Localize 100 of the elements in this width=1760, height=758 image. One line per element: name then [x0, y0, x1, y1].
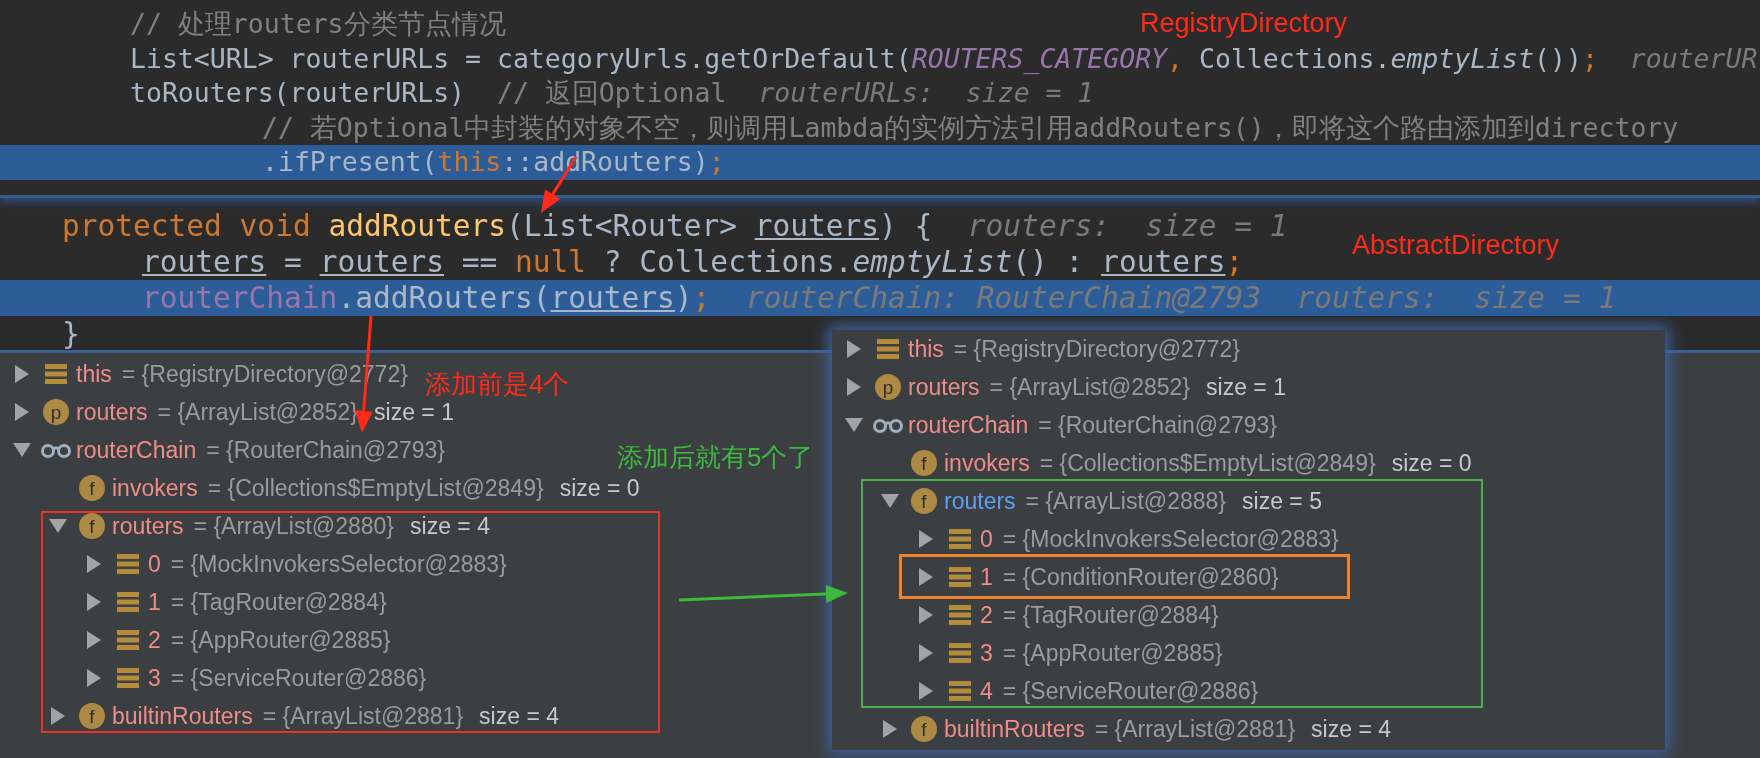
code-line: List<URL> routerURLs = categoryUrls.getOrDefault(ROUTERS_CATEGORY, Collections.emptyList()); routerUR	[130, 41, 1758, 76]
caret-right-icon[interactable]	[50, 706, 66, 726]
variable-name[interactable]: this	[76, 361, 112, 387]
variable-name[interactable]: 3	[980, 640, 993, 666]
caret-right-icon[interactable]	[918, 643, 934, 663]
variable-name[interactable]: routers	[76, 399, 148, 425]
variable-value: = {ServiceRouter@2886}	[1002, 678, 1259, 704]
size-text: size = 1	[374, 399, 454, 425]
variable-name[interactable]: routers	[908, 374, 980, 400]
variable-value: = {ConditionRouter@2860}	[1002, 564, 1279, 590]
size-text: size = 4	[1311, 716, 1391, 742]
variable-value: = {ArrayList@2880}	[193, 513, 395, 539]
caret-down-icon[interactable]	[880, 493, 900, 509]
variable-name[interactable]: routers	[944, 488, 1016, 514]
variable-name[interactable]: 3	[148, 665, 161, 691]
variable-name[interactable]: routers	[112, 513, 184, 539]
variable-name[interactable]: builtinRouters	[944, 716, 1085, 742]
letter-icon: f	[79, 475, 105, 501]
variable-name[interactable]: invokers	[112, 475, 198, 501]
variable-value: = {RouterChain@2793}	[1038, 412, 1277, 438]
variable-value: = {ArrayList@2852}	[989, 374, 1191, 400]
variable-name[interactable]: 2	[148, 627, 161, 653]
letter-icon: p	[43, 399, 69, 425]
size-text: size = 1	[1206, 374, 1286, 400]
variable-name[interactable]: routerChain	[76, 437, 197, 463]
caret-right-icon[interactable]	[14, 364, 30, 384]
caret-right-icon[interactable]	[918, 605, 934, 625]
stacked-bars-icon	[117, 629, 139, 651]
code-line: toRouters(routerURLs) // 返回Optional routerURLs: size = 1	[130, 76, 1094, 111]
caret-right-icon[interactable]	[86, 554, 102, 574]
variable-value: = {RegistryDirectory@2772}	[953, 336, 1240, 362]
stacked-bars-icon	[117, 591, 139, 613]
size-text: size = 0	[559, 475, 640, 501]
variable-name[interactable]: 0	[980, 526, 993, 552]
code-line: protected void addRouters(List<Router> routers) { routers: size = 1	[62, 207, 1288, 245]
letter-icon: f	[911, 450, 937, 476]
variable-value: = {AppRouter@2885}	[170, 627, 391, 653]
caret-right-icon[interactable]	[846, 377, 862, 397]
code-line: // 若Optional中封装的对象不空，则调用Lambda的实例方法引用addRouters()，即将这个路由添加到directory	[262, 110, 1679, 145]
size-text: size = 4	[410, 513, 490, 539]
letter-icon: f	[79, 703, 105, 729]
stacked-bars-icon	[877, 338, 899, 360]
stacked-bars-icon	[45, 363, 67, 385]
glasses-icon	[872, 417, 904, 433]
stacked-bars-icon	[949, 680, 971, 702]
caret-down-icon[interactable]	[48, 518, 68, 534]
code-line: routerChain.addRouters(routers); routerChain: RouterChain@2793 routers: size = 1	[142, 279, 1617, 317]
stacked-bars-icon	[949, 528, 971, 550]
variable-name[interactable]: 1	[980, 564, 993, 590]
variable-value: = {MockInvokersSelector@2883}	[170, 551, 507, 577]
stacked-bars-icon	[949, 566, 971, 588]
letter-icon: f	[911, 488, 937, 514]
variable-value: = {ServiceRouter@2886}	[170, 665, 427, 691]
size-text: size = 0	[1391, 450, 1472, 476]
caret-right-icon[interactable]	[882, 719, 898, 739]
variable-name[interactable]: routerChain	[908, 412, 1029, 438]
caret-right-icon[interactable]	[918, 567, 934, 587]
caret-right-icon[interactable]	[918, 681, 934, 701]
caret-right-icon[interactable]	[86, 630, 102, 650]
annotation-label: 添加前是4个	[425, 371, 570, 397]
code-line: routers = routers == null ? Collections.emptyList() : routers;	[142, 243, 1244, 281]
size-text: size = 4	[479, 703, 559, 729]
variable-name[interactable]: 4	[980, 678, 993, 704]
caret-right-icon[interactable]	[918, 529, 934, 549]
code-line: // 处理routers分类节点情况	[130, 7, 506, 42]
caret-down-icon[interactable]	[844, 417, 864, 433]
caret-right-icon[interactable]	[86, 592, 102, 612]
variable-value: = {MockInvokersSelector@2883}	[1002, 526, 1339, 552]
variable-name[interactable]: this	[908, 336, 944, 362]
stacked-bars-icon	[117, 553, 139, 575]
variable-value: = {Collections$EmptyList@2849}	[1039, 450, 1376, 476]
glasses-icon	[40, 442, 72, 458]
code-line: }	[62, 315, 80, 353]
variable-name[interactable]: 2	[980, 602, 993, 628]
caret-right-icon[interactable]	[846, 339, 862, 359]
variable-value: = {ArrayList@2852}	[157, 399, 359, 425]
annotation-label: AbstractDirectory	[1352, 232, 1560, 259]
caret-right-icon[interactable]	[14, 402, 30, 422]
variable-name[interactable]: builtinRouters	[112, 703, 253, 729]
variable-value: = {AppRouter@2885}	[1002, 640, 1223, 666]
variable-name[interactable]: 1	[148, 589, 161, 615]
variable-name[interactable]: 0	[148, 551, 161, 577]
caret-down-icon[interactable]	[12, 442, 32, 458]
variable-value: = {TagRouter@2884}	[1002, 602, 1219, 628]
stacked-bars-icon	[949, 642, 971, 664]
annotation-label: RegistryDirectory	[1140, 10, 1348, 37]
variable-value: = {ArrayList@2888}	[1025, 488, 1227, 514]
caret-right-icon[interactable]	[86, 668, 102, 688]
letter-icon: f	[79, 513, 105, 539]
variable-value: = {ArrayList@2881}	[262, 703, 464, 729]
variable-value: = {TagRouter@2884}	[170, 589, 387, 615]
stacked-bars-icon	[949, 604, 971, 626]
letter-icon: f	[911, 716, 937, 742]
stacked-bars-icon	[117, 667, 139, 689]
variable-name[interactable]: invokers	[944, 450, 1030, 476]
size-text: size = 5	[1242, 488, 1322, 514]
variable-value: = {Collections$EmptyList@2849}	[207, 475, 544, 501]
variable-value: = {RouterChain@2793}	[206, 437, 445, 463]
variable-value: = {ArrayList@2881}	[1094, 716, 1296, 742]
annotation-label: 添加后就有5个了	[617, 444, 814, 470]
